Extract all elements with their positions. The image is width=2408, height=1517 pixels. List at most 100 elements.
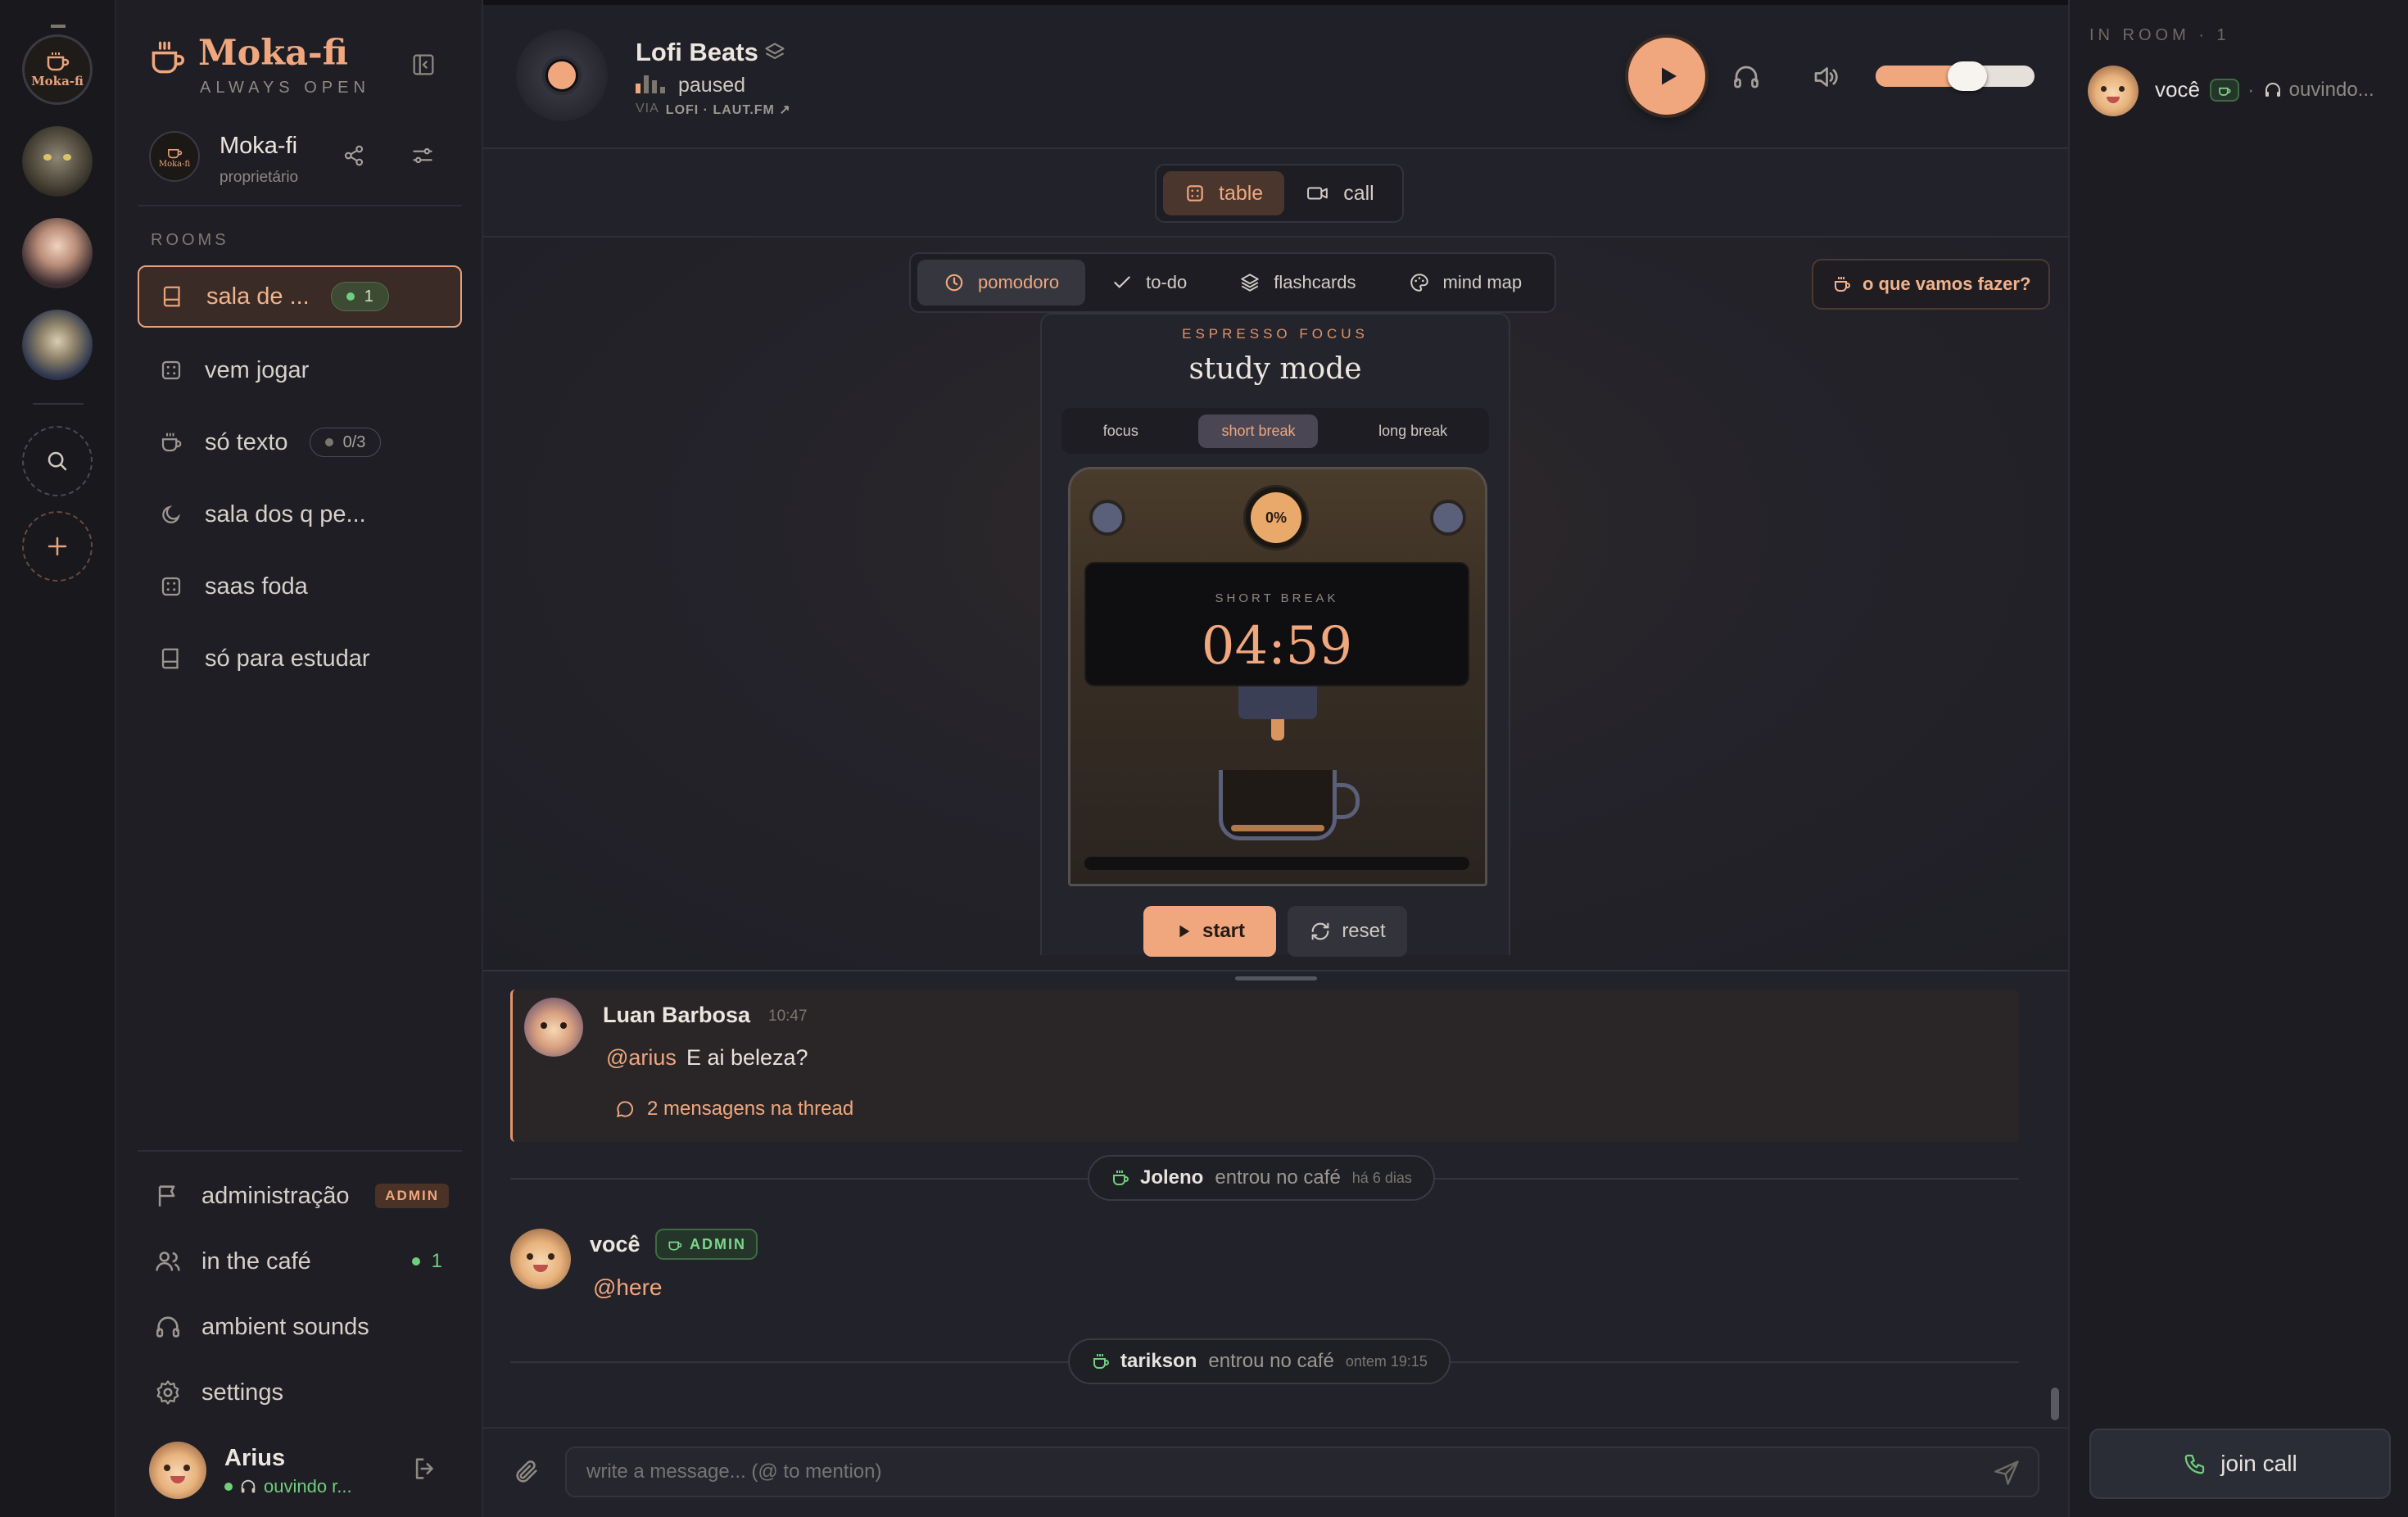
tool-pomodoro[interactable]: pomodoro xyxy=(917,260,1086,306)
nav-ambient-sounds[interactable]: ambient sounds xyxy=(138,1302,462,1352)
mode-focus[interactable]: focus xyxy=(1080,414,1161,448)
users-icon xyxy=(156,1252,180,1271)
dice-icon xyxy=(161,360,181,380)
mode-short-break[interactable]: short break xyxy=(1198,414,1319,448)
main-area: Lofi Beats paused VIA LOFI · LAUT.FM ↗ t… xyxy=(483,0,2068,1517)
tool-flashcards[interactable]: flashcards xyxy=(1213,260,1382,306)
volume-thumb[interactable] xyxy=(1948,61,1987,91)
cup-icon xyxy=(1219,770,1337,840)
sidebar: Moka-fi ALWAYS OPEN Moka-fi Moka-fi prop… xyxy=(116,0,483,1517)
tool-todo[interactable]: to-do xyxy=(1085,260,1213,306)
what-to-do-button[interactable]: o que vamos fazer? xyxy=(1812,259,2051,310)
chat-scrollbar[interactable] xyxy=(2051,1388,2059,1420)
coffee-cup-icon xyxy=(168,148,183,158)
phone-icon xyxy=(2184,1454,2205,1474)
layers-icon xyxy=(765,43,785,60)
collapse-sidebar-button[interactable] xyxy=(410,51,437,79)
add-server-button[interactable] xyxy=(22,511,93,582)
message-time: 10:47 xyxy=(768,1008,808,1025)
app-tagline: ALWAYS OPEN xyxy=(200,79,370,97)
system-user[interactable]: Joleno xyxy=(1140,1166,1203,1189)
message-avatar[interactable] xyxy=(524,998,583,1057)
room-saas-foda[interactable]: saas foda xyxy=(138,555,462,618)
system-text: entrou no café xyxy=(1208,1350,1334,1372)
progress-gauge: 0% xyxy=(1243,485,1309,550)
video-icon xyxy=(1307,187,1328,200)
room-so-texto[interactable]: só texto 0/3 xyxy=(138,411,462,473)
chat-bubble-icon xyxy=(617,1101,633,1118)
volume-slider[interactable] xyxy=(1876,61,2035,91)
room-sala-dos-q-pe[interactable]: sala dos q pe... xyxy=(138,483,462,546)
nav-label: in the café xyxy=(201,1248,311,1275)
coffee-drip xyxy=(1271,719,1284,740)
mention[interactable]: @arius xyxy=(606,1045,677,1071)
nav-settings[interactable]: settings xyxy=(138,1368,462,1417)
admin-badge: ADMIN xyxy=(655,1229,758,1260)
pomodoro-modes: focus short break long break xyxy=(1061,408,1489,454)
nav-in-the-cafe[interactable]: in the café 1 xyxy=(138,1237,462,1286)
message-input[interactable] xyxy=(567,1448,1976,1496)
share-button[interactable] xyxy=(341,143,367,169)
coffee-icon xyxy=(161,432,182,452)
user-avatar[interactable] xyxy=(149,1442,206,1499)
mute-button[interactable] xyxy=(1810,62,1841,92)
machine-knob-right xyxy=(1430,500,1466,536)
server-avatar[interactable]: Moka-fi xyxy=(149,131,200,182)
clock-icon xyxy=(945,274,963,292)
play-button[interactable] xyxy=(1628,38,1705,115)
message-avatar[interactable] xyxy=(510,1229,571,1289)
system-message-tarikson: tarikson entrou no café ontem 19:15 xyxy=(1068,1338,1451,1384)
tool-mind-map[interactable]: mind map xyxy=(1383,260,1549,306)
server-settings-button[interactable] xyxy=(410,143,436,169)
mode-long-break[interactable]: long break xyxy=(1356,414,1470,448)
headphones-icon xyxy=(156,1316,180,1338)
server-cat-avatar[interactable] xyxy=(22,126,93,197)
member-name: você xyxy=(2155,77,2200,102)
server-cat-blue-avatar[interactable] xyxy=(22,310,93,380)
moon-icon xyxy=(162,505,181,523)
server-moka-fi[interactable]: Moka-fi xyxy=(22,34,93,105)
resize-handle[interactable] xyxy=(1235,976,1317,980)
progress-value: 0% xyxy=(1251,492,1301,543)
play-icon xyxy=(1662,67,1677,85)
tab-call[interactable]: call xyxy=(1284,171,1396,215)
player-source[interactable]: VIA LOFI · LAUT.FM ↗ xyxy=(636,102,791,118)
layers-icon-wrap[interactable] xyxy=(763,41,786,64)
message-body: @arius E ai beleza? xyxy=(606,1045,808,1071)
tab-table[interactable]: table xyxy=(1163,171,1285,215)
message-text[interactable]: @here xyxy=(593,1275,662,1301)
server-logo-text: Moka-fi xyxy=(31,74,84,88)
tool-label: pomodoro xyxy=(978,272,1060,292)
coffee-icon xyxy=(1113,1171,1129,1185)
flag-icon xyxy=(158,1185,175,1207)
attach-button[interactable] xyxy=(513,1458,541,1486)
thread-link[interactable]: 2 mensagens na thread xyxy=(614,1098,853,1121)
server-anime-avatar[interactable] xyxy=(22,218,93,288)
server-divider xyxy=(33,403,84,405)
search-servers-button[interactable] xyxy=(22,426,93,496)
member-row[interactable]: você · ouvindo... xyxy=(2155,77,2374,102)
system-user[interactable]: tarikson xyxy=(1120,1350,1197,1373)
room-sala-de[interactable]: sala de ... 1 xyxy=(138,265,462,328)
room-vem-jogar[interactable]: vem jogar xyxy=(138,339,462,401)
headphones-button[interactable] xyxy=(1731,62,1761,92)
nav-administracao[interactable]: administração ADMIN xyxy=(138,1171,462,1220)
online-count: 1 xyxy=(411,1250,442,1273)
member-avatar[interactable] xyxy=(2088,66,2139,116)
reset-button[interactable]: reset xyxy=(1288,906,1407,957)
drip-tray xyxy=(1084,857,1469,870)
app-name: Moka-fi xyxy=(198,33,349,74)
message-author[interactable]: Luan Barbosa xyxy=(603,1003,750,1028)
room-so-para-estudar[interactable]: só para estudar xyxy=(138,627,462,690)
send-button[interactable] xyxy=(1992,1458,2021,1488)
system-when: há 6 dias xyxy=(1351,1169,1412,1186)
cta-label: o que vamos fazer? xyxy=(1863,274,2031,294)
room-label: só texto xyxy=(205,428,288,455)
message-author[interactable]: você xyxy=(590,1232,640,1257)
vinyl-record xyxy=(516,29,608,121)
online-count-value: 1 xyxy=(431,1250,442,1272)
join-call-button[interactable]: join call xyxy=(2089,1429,2391,1499)
start-button[interactable]: start xyxy=(1143,906,1276,957)
logout-button[interactable] xyxy=(411,1455,439,1483)
join-call-label: join call xyxy=(2220,1451,2297,1476)
